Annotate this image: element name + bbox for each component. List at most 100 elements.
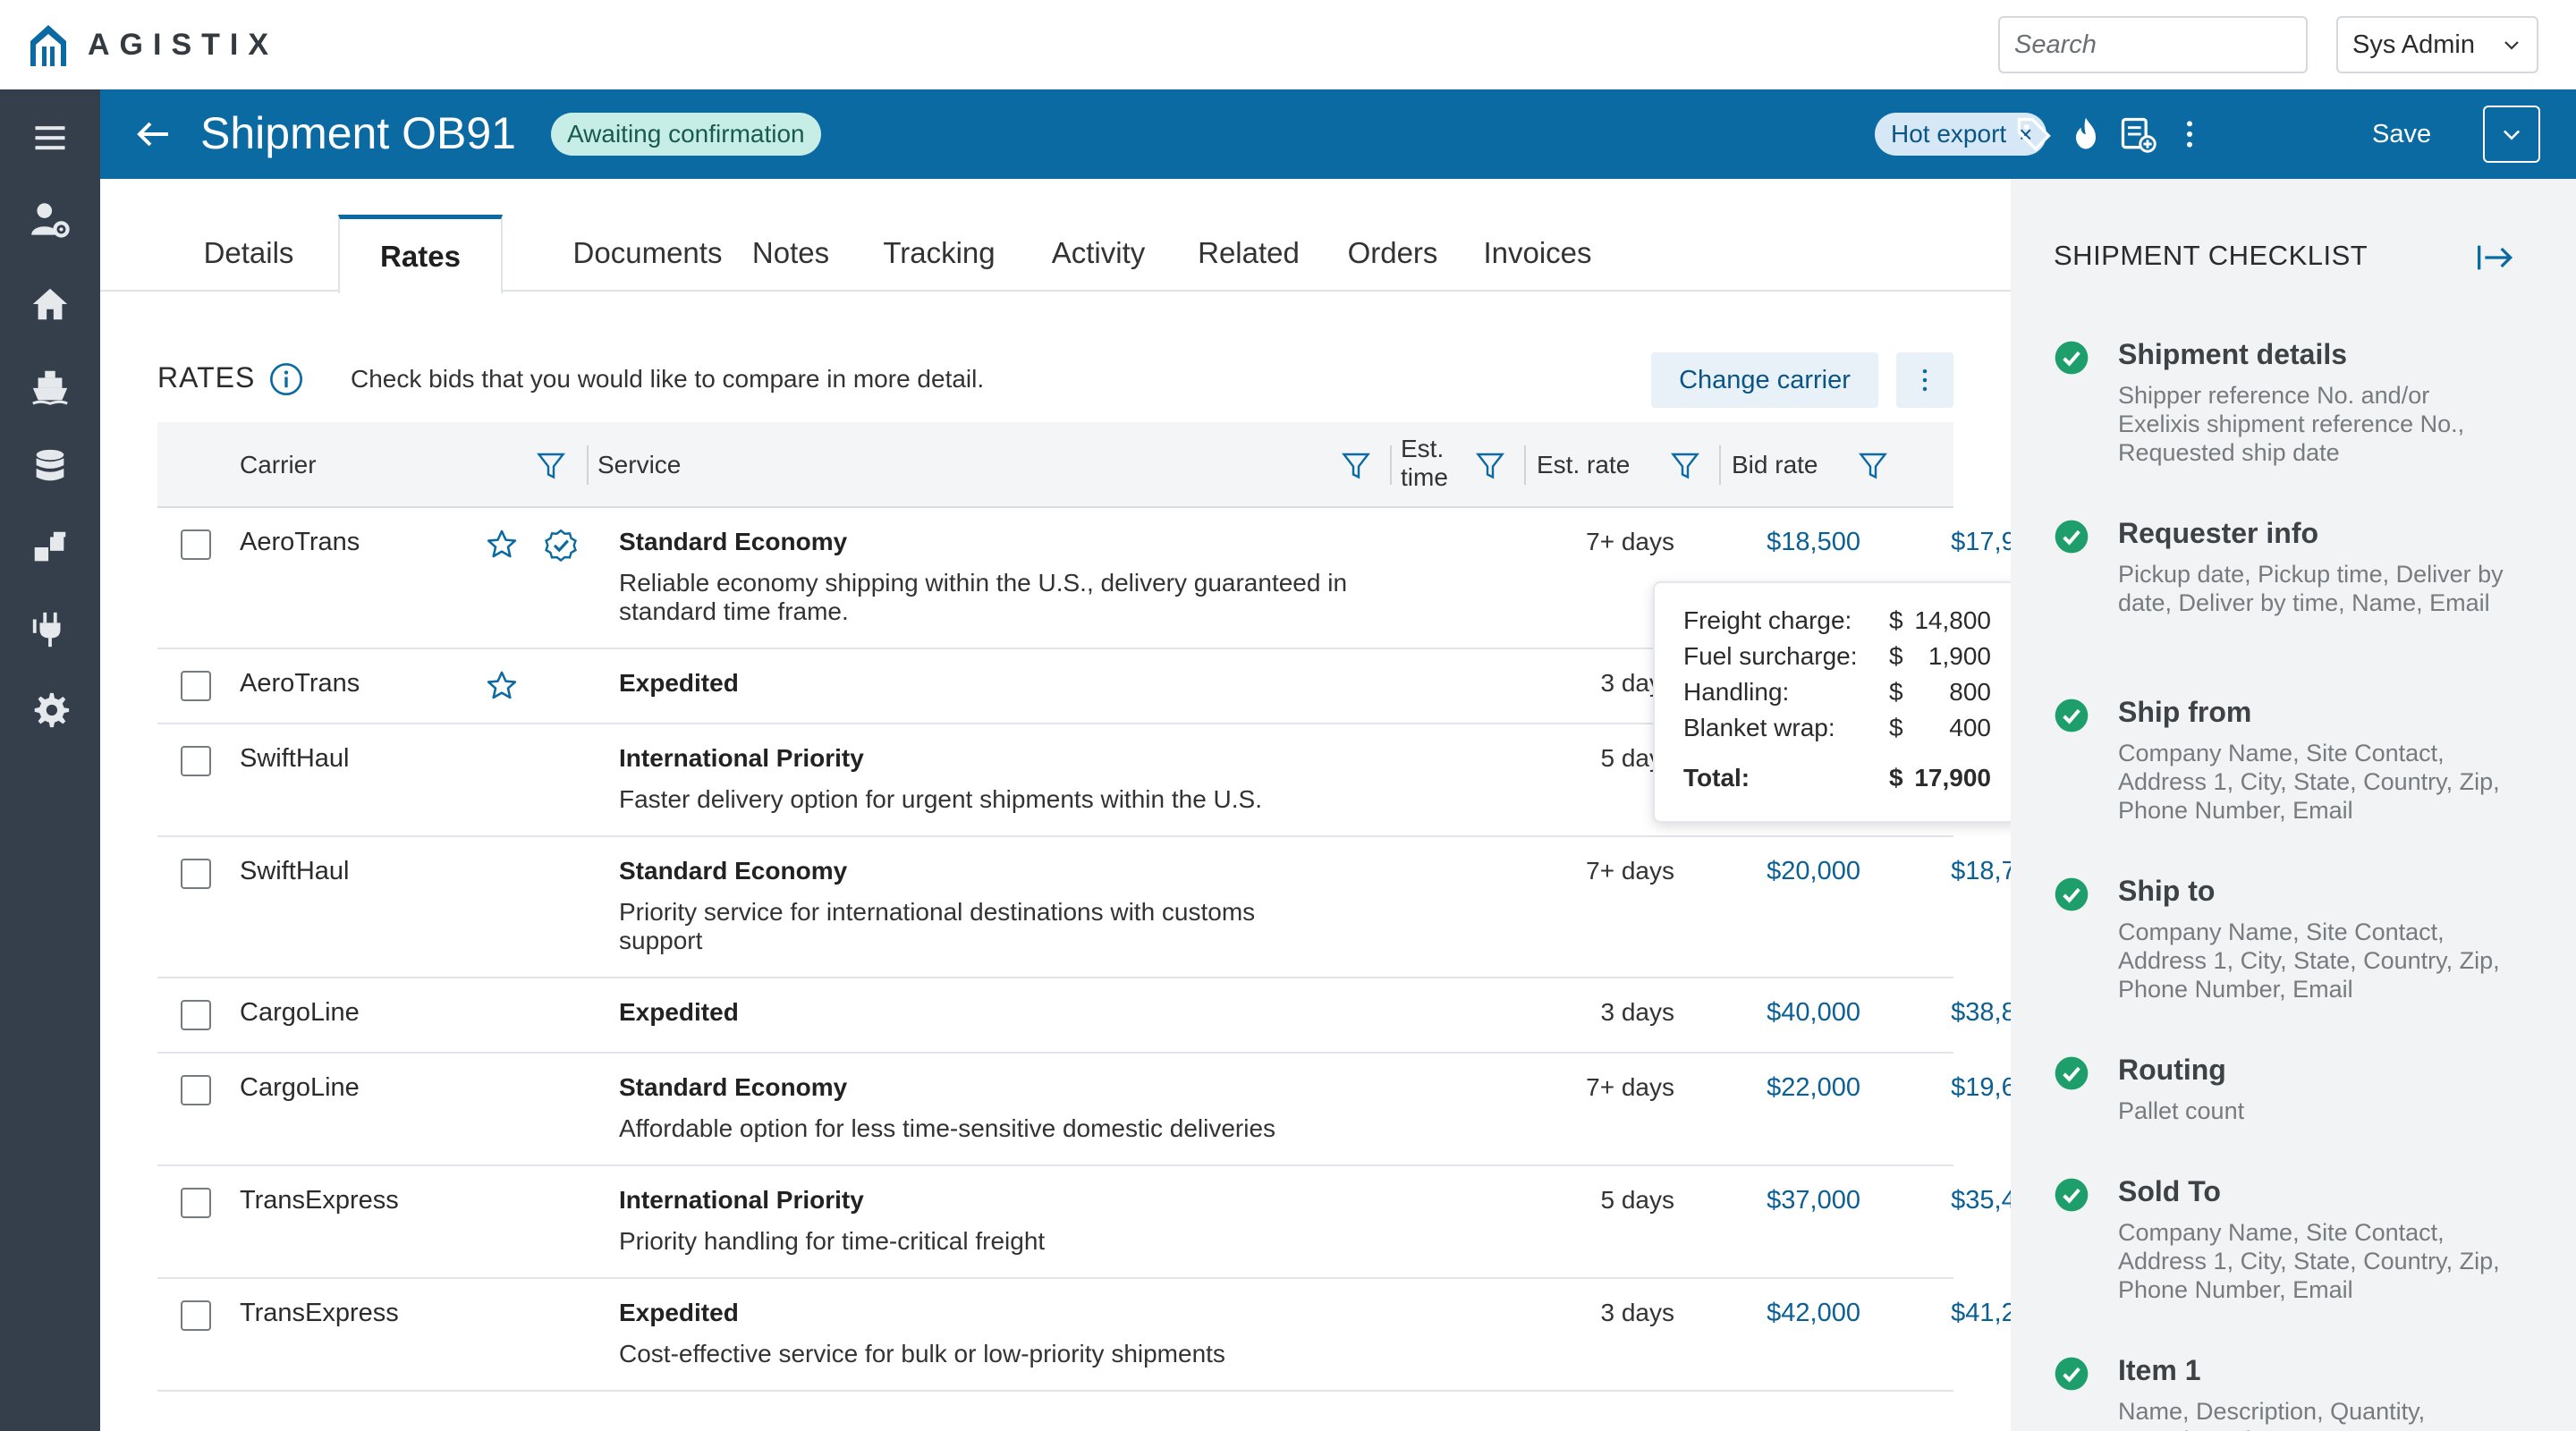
col-est-rate[interactable]: Est. rate xyxy=(1537,451,1630,479)
user-menu[interactable]: Sys Admin xyxy=(2336,16,2538,73)
menu-icon[interactable] xyxy=(25,113,75,163)
row-checkbox[interactable] xyxy=(181,1300,211,1331)
tooltip-currency: $ xyxy=(1889,678,1903,706)
tab-activity[interactable]: Activity xyxy=(1018,215,1179,292)
blocks-icon[interactable] xyxy=(25,522,75,572)
column-divider[interactable] xyxy=(1524,445,1526,485)
save-options-button[interactable] xyxy=(2483,106,2540,163)
col-est-time-line2: time xyxy=(1401,463,1448,491)
column-divider[interactable] xyxy=(1719,445,1721,485)
document-add-icon[interactable] xyxy=(2116,113,2159,156)
tab-details[interactable]: Details xyxy=(190,215,308,292)
service-name: Expedited xyxy=(619,669,739,697)
page-title: Shipment OB91 xyxy=(200,108,516,158)
est-rate[interactable]: $18,500 xyxy=(1678,528,1860,557)
save-button[interactable]: Save xyxy=(2372,113,2431,156)
app-logo[interactable]: AGISTIX xyxy=(27,18,278,72)
chevron-down-icon xyxy=(2503,130,2521,140)
tab-invoices[interactable]: Invoices xyxy=(1453,215,1623,292)
rates-table-header: Carrier Service Est. time Est. rate Bid … xyxy=(157,422,1953,508)
rates-more-button[interactable] xyxy=(1896,352,1953,408)
col-service[interactable]: Service xyxy=(597,451,681,479)
users-settings-icon[interactable] xyxy=(25,195,75,245)
checklist-item-desc: Company Name, Site Contact, xyxy=(2118,919,2445,945)
row-checkbox[interactable] xyxy=(181,1075,211,1105)
gear-icon[interactable] xyxy=(25,685,75,735)
col-est-time-line1: Est. xyxy=(1401,435,1445,462)
tooltip-currency: $ xyxy=(1889,714,1903,741)
est-time: 7+ days xyxy=(1586,1073,1674,1101)
checklist-item-title: Item 1 xyxy=(2118,1354,2201,1386)
star-icon[interactable] xyxy=(485,528,519,562)
tooltip-value: 400 xyxy=(1949,714,1991,741)
tooltip-currency: $ xyxy=(1889,606,1903,634)
table-row[interactable]: CargoLine Standard Economy Affordable opti… xyxy=(157,1054,2045,1166)
rates-hint: Check bids that you would like to compar… xyxy=(351,365,985,393)
ship-icon[interactable] xyxy=(25,361,75,411)
tab-notes[interactable]: Notes xyxy=(737,215,844,292)
service-name: International Priority xyxy=(619,744,864,772)
tab-tracking[interactable]: Tracking xyxy=(852,215,1027,292)
service-description: Affordable option for less time-sensitiv… xyxy=(619,1114,1276,1142)
tab-related[interactable]: Related xyxy=(1170,215,1327,292)
row-checkbox[interactable] xyxy=(181,1000,211,1030)
col-est-time[interactable]: Est. time xyxy=(1401,435,1448,492)
row-checkbox[interactable] xyxy=(181,859,211,889)
filter-icon[interactable] xyxy=(1474,449,1506,481)
back-arrow-icon[interactable] xyxy=(132,113,175,156)
info-icon[interactable] xyxy=(268,361,304,397)
row-checkbox[interactable] xyxy=(181,746,211,776)
search-input[interactable] xyxy=(2014,30,2356,60)
flame-icon[interactable] xyxy=(2064,113,2107,156)
star-icon[interactable] xyxy=(485,669,519,703)
est-rate[interactable]: $20,000 xyxy=(1678,857,1860,886)
service-name: Standard Economy xyxy=(619,528,848,555)
row-checkbox[interactable] xyxy=(181,529,211,560)
row-checkbox[interactable] xyxy=(181,671,211,701)
est-time: 5 days xyxy=(1600,1186,1675,1214)
change-carrier-button[interactable]: Change carrier xyxy=(1651,352,1878,408)
tab-rates[interactable]: Rates xyxy=(338,215,503,293)
tag-icon[interactable] xyxy=(2012,113,2055,156)
table-row[interactable]: CargoLine Expedited 3 days $40,000 $38,800 xyxy=(157,978,2045,1054)
column-divider[interactable] xyxy=(587,445,589,485)
table-row[interactable]: TransExpress Expedited Cost-effective serv… xyxy=(157,1279,2045,1392)
est-rate[interactable]: $37,000 xyxy=(1678,1186,1860,1215)
collapse-panel-icon[interactable] xyxy=(2474,240,2517,275)
column-divider[interactable] xyxy=(1390,445,1392,485)
carrier-name: CargoLine xyxy=(240,1073,360,1102)
checklist-item-desc: Phone Number, Email xyxy=(2118,1276,2353,1303)
col-carrier[interactable]: Carrier xyxy=(240,451,317,479)
plug-icon[interactable] xyxy=(25,605,75,655)
est-time: 7+ days xyxy=(1586,857,1674,885)
tooltip-label: Fuel surcharge: xyxy=(1683,642,1858,670)
est-rate[interactable]: $42,000 xyxy=(1678,1299,1860,1328)
service-description-cont: standard time frame. xyxy=(619,597,849,625)
home-icon[interactable] xyxy=(25,279,75,329)
checklist-item-desc: Phone Number, Email xyxy=(2118,797,2353,824)
filter-icon[interactable] xyxy=(535,449,567,481)
est-rate[interactable]: $22,000 xyxy=(1678,1073,1860,1103)
row-checkbox[interactable] xyxy=(181,1188,211,1218)
tooltip-label: Handling: xyxy=(1683,678,1790,706)
col-bid-rate[interactable]: Bid rate xyxy=(1732,451,1818,479)
tab-orders[interactable]: Orders xyxy=(1318,215,1467,292)
table-row[interactable]: TransExpress International Priority Priori… xyxy=(157,1166,2045,1279)
service-name: Expedited xyxy=(619,998,739,1026)
filter-icon[interactable] xyxy=(1857,449,1889,481)
database-icon[interactable] xyxy=(25,442,75,492)
check-circle-icon xyxy=(2054,1356,2089,1392)
more-vertical-icon[interactable] xyxy=(2168,113,2211,156)
checklist-item-desc: Exelixis shipment reference No., xyxy=(2118,411,2465,437)
est-time: 3 days xyxy=(1600,998,1675,1026)
check-circle-icon xyxy=(2054,1177,2089,1213)
filter-icon[interactable] xyxy=(1340,449,1372,481)
shipment-checklist-panel: SHIPMENT CHECKLIST Shipment details Shipp… xyxy=(2011,179,2576,1431)
checklist-item-desc: Address 1, City, State, Country, Zip, xyxy=(2118,947,2500,974)
carrier-name: TransExpress xyxy=(240,1186,399,1215)
tab-documents[interactable]: Documents xyxy=(540,215,755,292)
tooltip-value: 14,800 xyxy=(1914,606,1991,634)
filter-icon[interactable] xyxy=(1669,449,1701,481)
est-rate[interactable]: $40,000 xyxy=(1678,998,1860,1028)
table-row[interactable]: SwiftHaul Standard Economy Priority servic… xyxy=(157,837,2045,978)
